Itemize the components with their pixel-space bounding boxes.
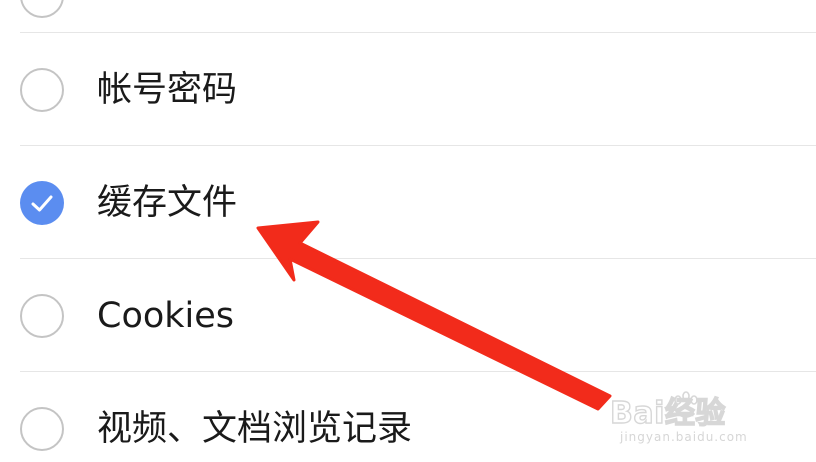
radio-button-accounts[interactable] — [20, 68, 64, 112]
option-row-accounts[interactable]: 帐号密码 — [0, 33, 816, 145]
option-row-cache[interactable]: 缓存文件 — [0, 146, 816, 258]
radio-button-history[interactable] — [20, 407, 64, 451]
radio-button-cookies[interactable] — [20, 294, 64, 338]
clear-data-options-screen: 帐号密码 缓存文件 Cookies 视频、文档浏览记录 Bai经验 jingya… — [0, 0, 816, 462]
option-row-partial[interactable] — [0, 0, 816, 32]
watermark-url: jingyan.baidu.com — [620, 430, 748, 444]
option-label-accounts: 帐号密码 — [97, 70, 238, 110]
baidu-jingyan-watermark: Bai经验 jingyan.baidu.com — [609, 388, 806, 454]
option-label-history: 视频、文档浏览记录 — [97, 409, 413, 449]
checkmark-icon — [31, 195, 53, 212]
option-label-cache: 缓存文件 — [97, 183, 238, 223]
option-label-cookies: Cookies — [97, 296, 235, 336]
radio-button[interactable] — [20, 0, 64, 18]
radio-button-cache[interactable] — [20, 181, 64, 225]
option-row-cookies[interactable]: Cookies — [0, 259, 816, 371]
watermark-logo-text: Bai经验 — [609, 395, 726, 431]
